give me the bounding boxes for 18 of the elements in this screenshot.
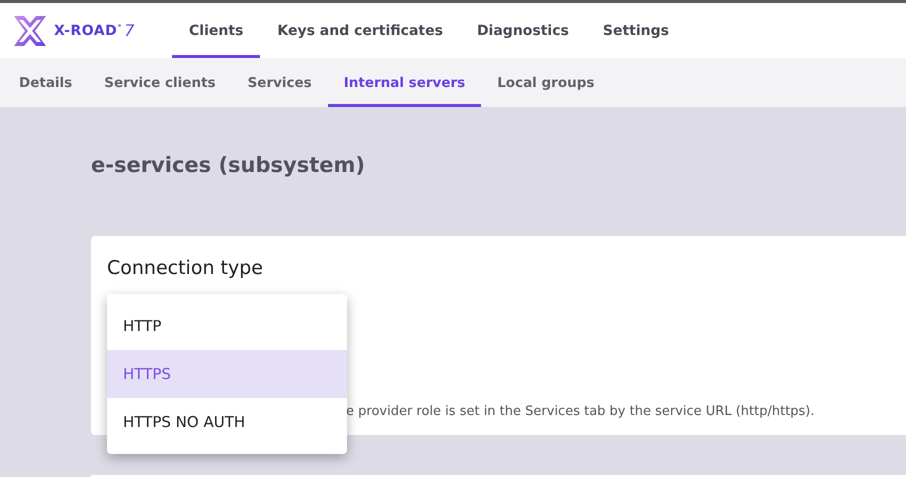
sub-tab[interactable]: Details	[3, 58, 88, 107]
dropdown-option[interactable]: HTTPS NO AUTH	[107, 398, 347, 446]
help-text: e provider role is set in the Services tab by the service URL (http/https).	[346, 404, 816, 419]
main-tab[interactable]: Settings	[586, 3, 686, 58]
dropdown-option[interactable]: HTTPS	[107, 350, 347, 398]
main-tab[interactable]: Keys and certificates	[260, 3, 460, 58]
sub-tab[interactable]: Service clients	[88, 58, 232, 107]
dropdown-option[interactable]: HTTP	[107, 302, 347, 350]
main-tab[interactable]: Diagnostics	[460, 3, 586, 58]
logo-text: X-ROAD	[54, 22, 118, 38]
card-title: Connection type	[107, 257, 264, 279]
logo-dot-icon	[118, 24, 122, 27]
logo-version: 7	[124, 21, 134, 40]
sub-tab[interactable]: Services	[232, 58, 328, 107]
sub-tab[interactable]: Local groups	[481, 58, 610, 107]
sub-tab[interactable]: Internal servers	[328, 58, 482, 107]
page-title: e-services (subsystem)	[91, 153, 366, 179]
logo-icon	[12, 14, 48, 48]
